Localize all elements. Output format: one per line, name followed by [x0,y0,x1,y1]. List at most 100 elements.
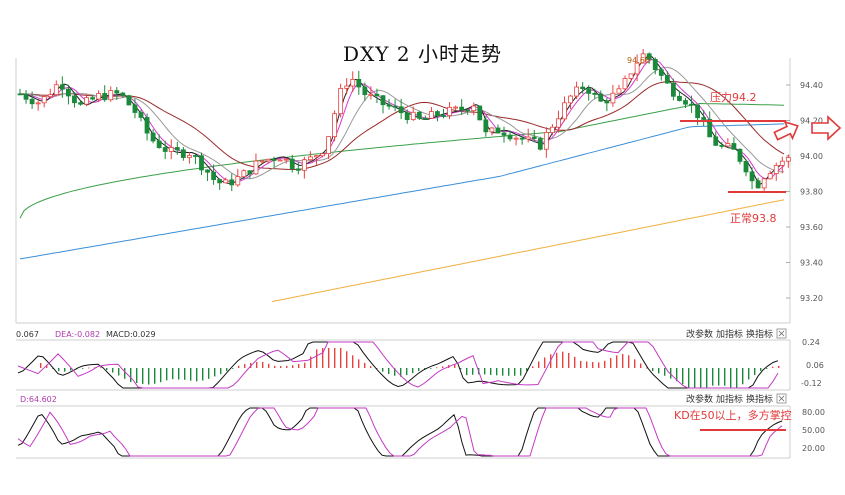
candle-up [41,96,47,104]
candle-up [550,126,555,133]
kd-ytick: 80.00 [802,408,825,417]
candle-down [132,104,138,113]
candle-down [604,100,610,104]
macd-panel: 0.067 DEA:-0.082 MACD:0.029 改参数 加指标 换指标 … [16,328,824,391]
kd-header-label: D:64.602 [20,395,57,404]
candle-down [586,88,592,94]
macd-bar-positive [268,363,270,368]
macd-lines [17,341,779,389]
candle-up [513,137,519,140]
macd-bar-positive [640,363,642,368]
candle-up [108,90,114,101]
candle-down [398,106,404,114]
candle-down [144,117,150,134]
macd-header-prefix: 0.067 [16,330,39,339]
candle-up [332,113,338,138]
macd-bar-positive [772,366,774,368]
candle-down [59,84,65,90]
candle-up [168,147,174,152]
macd-bar-negative [742,368,744,385]
macd-dea-label: DEA:-0.082 [55,330,100,339]
kd-button-params[interactable]: 改参数 [686,393,713,405]
macd-value-label: MACD:0.029 [106,330,156,339]
candle-down [743,160,749,173]
candle-down [749,171,755,182]
macd-bar-negative [682,368,684,385]
macd-button-params[interactable]: 改参数 [686,328,713,340]
macd-bar-negative [514,368,516,376]
macd-bar-positive [304,362,306,368]
candle-down [66,88,71,97]
ma-green-line [19,102,785,219]
macd-bar-negative [496,368,498,376]
macd-bar-positive [538,361,540,368]
main-ytick: 93.20 [800,294,823,303]
macd-bar-negative [136,368,138,384]
candle-down [29,98,35,105]
macd-bar-positive [604,360,606,368]
candle-down [356,78,362,88]
macd-bar-positive [244,364,246,368]
candle-up [622,78,628,90]
resistance-label: 压力94.2 [710,91,757,104]
macd-bar-positive [580,360,582,368]
macd-bar-negative [64,368,66,372]
candle-up [314,155,319,158]
candle-down [102,93,108,101]
candle-up [259,160,265,163]
candle-up [761,178,767,189]
candle-down [17,93,23,96]
candle-up [96,93,102,100]
macd-bar-positive [292,365,294,368]
candle-down [592,92,598,95]
macd-bar-negative [214,368,216,377]
macd-button-switch[interactable]: 换指标 [746,328,773,340]
candle-down [205,169,210,173]
macd-bar-negative [112,368,114,373]
macd-bar-negative [130,368,132,383]
macd-bar-negative [508,368,510,376]
kd-button-add[interactable]: 加指标 [716,393,743,405]
candle-down [441,115,446,117]
candle-down [719,144,725,147]
candle-up [453,106,459,109]
candle-up [241,170,247,178]
macd-bar-positive [256,361,258,368]
ma-gray-line [19,66,784,180]
macd-bar-positive [556,352,558,368]
macd-bar-positive [598,362,600,368]
kd-button-switch[interactable]: 换指标 [746,393,773,405]
macd-bar-positive [322,348,324,368]
macd-bar-negative [520,368,522,376]
candle-down [507,134,513,140]
macd-bar-negative [412,368,414,374]
macd-bar-negative [106,368,108,371]
candle-down [90,97,95,100]
macd-bar-negative [430,368,432,369]
candle-down [537,138,543,150]
candle-down [483,119,489,133]
macd-bar-positive [358,359,360,368]
macd-bar-negative [208,368,210,379]
candle-down [501,132,507,136]
close-icon[interactable] [776,393,787,404]
close-icon[interactable] [776,328,787,339]
candle-down [707,119,713,138]
macd-bar-negative [466,368,468,376]
candle-down [295,168,301,171]
macd-bar-positive [568,352,570,368]
candle-down [162,147,168,152]
kd-ytick: 20.00 [802,444,825,453]
candle-down [386,104,392,107]
macd-bar-negative [220,368,222,375]
kd-lines [17,407,783,457]
candle-down [598,93,604,102]
candle-down [683,100,688,105]
candle-down [72,95,77,104]
macd-button-add[interactable]: 加指标 [716,328,743,340]
macd-bar-negative [178,368,180,380]
candle-up [471,105,477,112]
candle-up [785,157,791,162]
macd-bar-negative [694,368,696,388]
macd-bar-negative [142,368,144,384]
